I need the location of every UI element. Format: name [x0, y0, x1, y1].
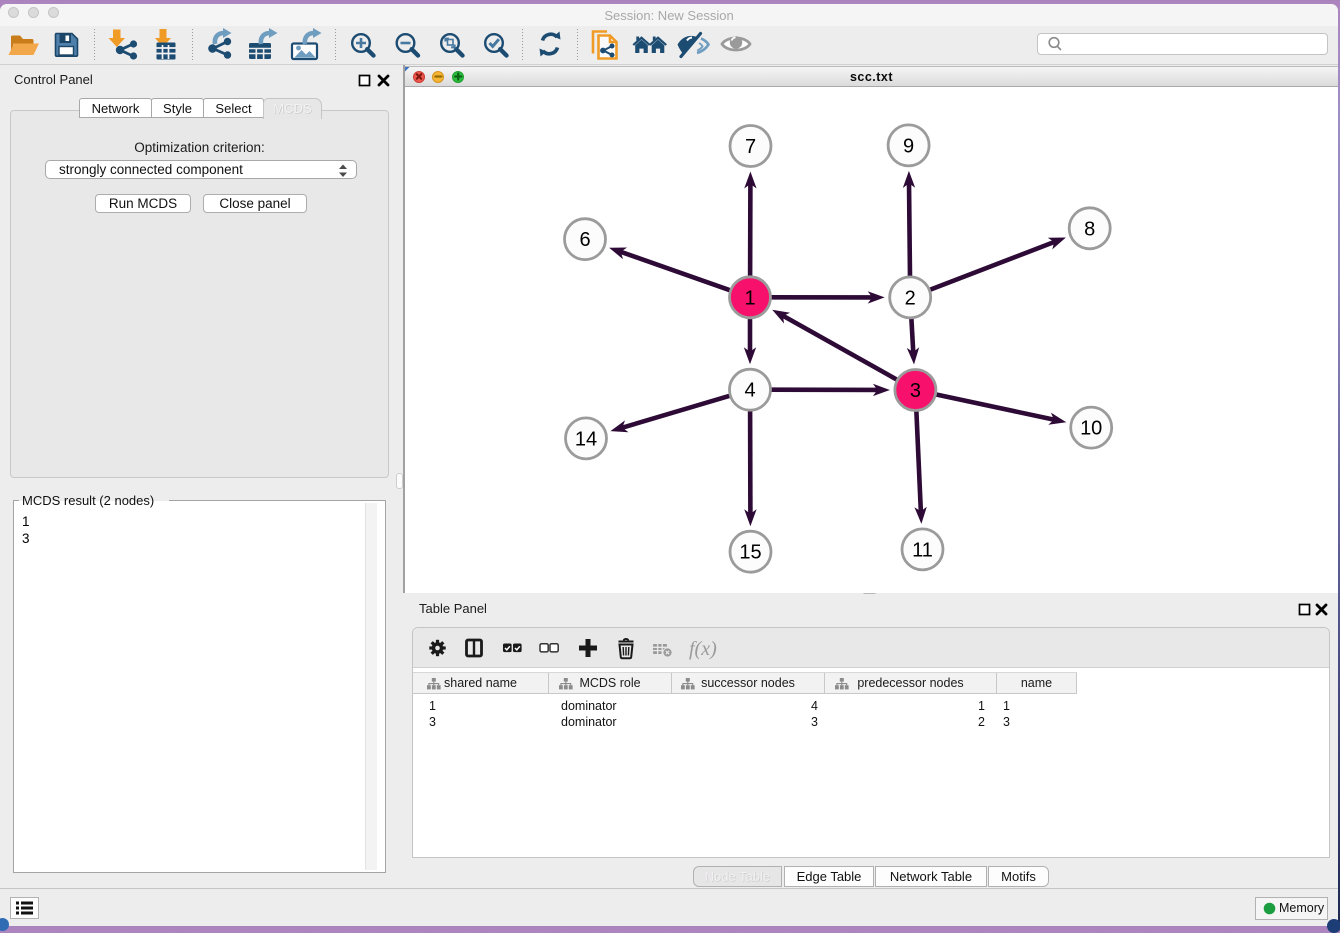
svg-text:1: 1 [744, 287, 755, 309]
svg-text:2: 2 [905, 287, 916, 309]
svg-text:4: 4 [744, 380, 755, 402]
svg-text:6: 6 [579, 229, 590, 251]
svg-text:7: 7 [745, 136, 756, 158]
svg-text:11: 11 [912, 539, 933, 561]
svg-text:3: 3 [910, 380, 921, 402]
svg-text:8: 8 [1084, 218, 1095, 240]
svg-text:9: 9 [903, 135, 914, 157]
svg-text:10: 10 [1080, 418, 1102, 440]
svg-text:15: 15 [739, 542, 761, 564]
svg-text:f(x): f(x) [689, 638, 717, 660]
svg-text:14: 14 [575, 428, 597, 450]
